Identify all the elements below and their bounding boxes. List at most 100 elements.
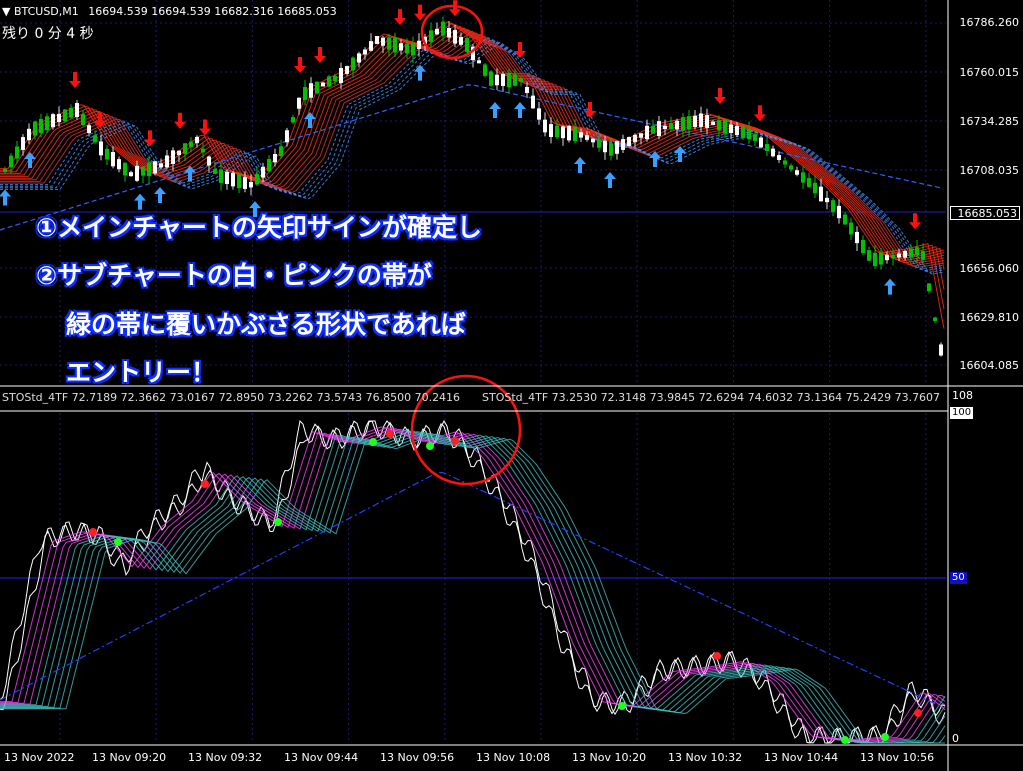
candle-body — [705, 115, 709, 128]
candle-body — [753, 134, 757, 141]
sub-zero-label: 0 — [952, 732, 959, 745]
sub-indicator-values-2: STOStd_4TF 73.2530 72.3148 73.9845 72.62… — [482, 391, 941, 404]
candle-body — [633, 134, 637, 143]
candle-body — [933, 317, 937, 322]
time-label: 13 Nov 09:32 — [188, 751, 263, 764]
green-signal-dot — [274, 518, 282, 526]
candle-body — [99, 141, 103, 156]
candle-body — [609, 143, 613, 156]
candle-body — [597, 139, 601, 148]
candle-body — [51, 114, 55, 128]
candle-body — [867, 250, 871, 261]
candle-body — [783, 160, 787, 165]
candle-body — [3, 168, 7, 173]
candle-body — [663, 125, 667, 130]
red-signal-dot — [713, 652, 721, 660]
annotation-line-4: エントリー！ — [66, 358, 217, 387]
candle-body — [519, 78, 523, 82]
candle-body — [459, 37, 463, 45]
candle-body — [771, 148, 775, 157]
candle-body — [927, 283, 931, 292]
red-signal-dot — [914, 709, 922, 717]
candle-body — [555, 125, 559, 138]
candle-body — [801, 172, 805, 183]
candle-body — [309, 83, 313, 98]
candle-body — [831, 200, 835, 212]
candle-body — [903, 250, 907, 258]
candle-body — [141, 167, 145, 176]
candle-body — [417, 40, 421, 49]
candle-body — [147, 162, 151, 177]
candle-body — [627, 137, 631, 146]
time-label: 13 Nov 10:08 — [476, 751, 551, 764]
candle-body — [267, 159, 271, 172]
green-signal-dot — [841, 736, 849, 744]
price-label: 16604.085 — [959, 359, 1020, 372]
time-label: 13 Nov 09:56 — [380, 751, 455, 764]
candle-body — [579, 132, 583, 138]
candle-body — [213, 169, 217, 174]
candle-body — [813, 182, 817, 194]
candle-body — [243, 177, 247, 189]
annotation-line-2: ②サブチャートの白・ピンクの帯が — [36, 261, 432, 290]
candle-body — [819, 186, 823, 202]
candle-body — [303, 87, 307, 100]
candle-body — [855, 231, 859, 244]
candle-body — [315, 81, 319, 94]
candle-body — [735, 125, 739, 136]
candle-body — [939, 344, 943, 356]
candle-body — [615, 141, 619, 154]
candle-body — [861, 239, 865, 254]
candle-body — [63, 109, 67, 122]
candle-body — [789, 165, 793, 170]
candle-body — [891, 254, 895, 259]
candle-body — [849, 222, 853, 235]
annotation-line-3: 緑の帯に覆いかぶさる形状であれば — [66, 310, 466, 339]
candle-body — [873, 252, 877, 267]
candle-body — [345, 66, 349, 74]
candle-body — [747, 128, 751, 140]
red-signal-dot — [89, 528, 97, 536]
candle-body — [567, 125, 571, 141]
ohlc-values: 16694.539 16694.539 16682.316 16685.053 — [88, 5, 337, 18]
candle-body — [411, 43, 415, 56]
candle-body — [447, 28, 451, 38]
candle-body — [225, 171, 229, 184]
candle-body — [117, 159, 121, 170]
candle-body — [489, 71, 493, 86]
candle-body — [57, 113, 61, 123]
candle-body — [177, 150, 181, 156]
candle-body — [495, 74, 499, 86]
green-signal-dot — [618, 702, 626, 710]
time-label: 13 Nov 09:44 — [284, 751, 359, 764]
candle-body — [651, 125, 655, 134]
candle-body — [153, 161, 157, 174]
green-signal-dot — [114, 538, 122, 546]
annotation-line-1: ①メインチャートの矢印サインが確定し — [36, 213, 482, 242]
candle-body — [885, 254, 889, 261]
time-label: 13 Nov 10:56 — [860, 751, 935, 764]
candle-body — [639, 133, 643, 138]
candle-body — [507, 72, 511, 88]
candle-body — [189, 141, 193, 147]
dropdown-triangle-icon[interactable]: ▼ — [2, 5, 10, 18]
candle-body — [261, 166, 265, 178]
candle-body — [915, 247, 919, 256]
candle-body — [201, 148, 205, 153]
candle-body — [255, 173, 259, 185]
candle-body — [339, 68, 343, 83]
candle-body — [111, 152, 115, 167]
candle-body — [9, 155, 13, 168]
candle-body — [291, 117, 295, 123]
candle-body — [729, 124, 733, 133]
candle-body — [513, 74, 517, 86]
candle-body — [741, 126, 745, 139]
candle-body — [381, 37, 385, 46]
symbol-label: BTCUSD,M1 — [13, 5, 79, 18]
candle-body — [717, 120, 721, 131]
candle-body — [453, 30, 457, 44]
candle-body — [249, 182, 253, 188]
candle-body — [843, 214, 847, 225]
candle-body — [921, 251, 925, 260]
candle-body — [135, 165, 139, 181]
